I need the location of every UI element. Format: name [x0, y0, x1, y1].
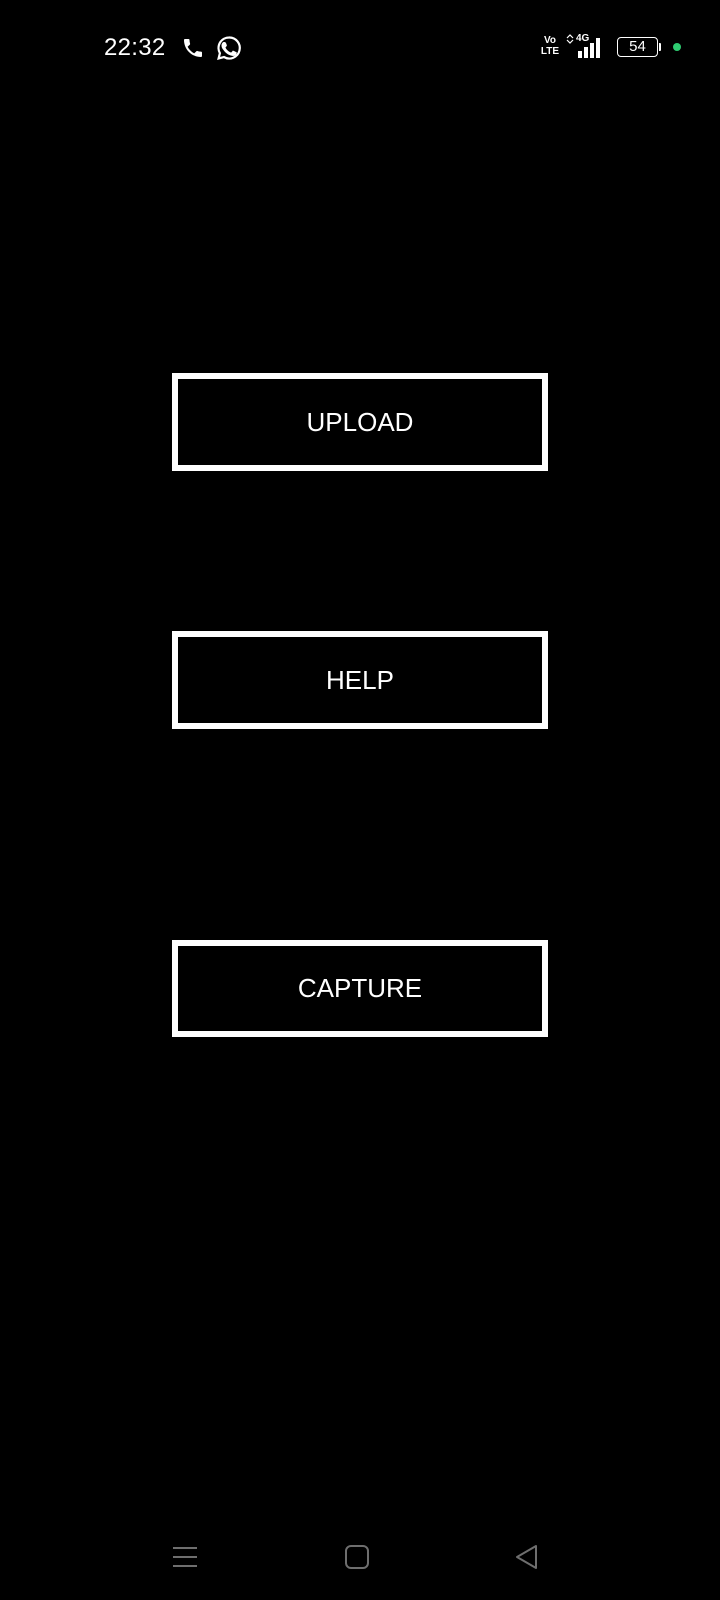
volte-icon: Vo LTE: [540, 34, 560, 60]
upload-button[interactable]: UPLOAD: [172, 373, 548, 471]
capture-button[interactable]: CAPTURE: [172, 940, 548, 1037]
signal-icon: 4G: [566, 33, 608, 61]
network-type-label: 4G: [576, 33, 590, 44]
battery-icon: 54: [617, 37, 661, 59]
battery-tip: [659, 43, 661, 51]
navigation-bar: [0, 1505, 720, 1600]
status-time: 22:32: [104, 34, 166, 61]
volte-label: Vo: [543, 35, 557, 46]
home-icon[interactable]: [342, 1542, 372, 1572]
back-icon[interactable]: [512, 1542, 542, 1572]
status-bar: 22:32 Vo LTE 4G 54: [0, 0, 720, 96]
whatsapp-icon: [217, 36, 241, 60]
lte-label: LTE: [540, 46, 560, 57]
help-button[interactable]: HELP: [172, 631, 548, 729]
menu-icon[interactable]: [170, 1542, 200, 1572]
battery-level: 54: [629, 38, 646, 55]
dot-indicator: [673, 43, 681, 51]
call-icon: [184, 39, 202, 57]
